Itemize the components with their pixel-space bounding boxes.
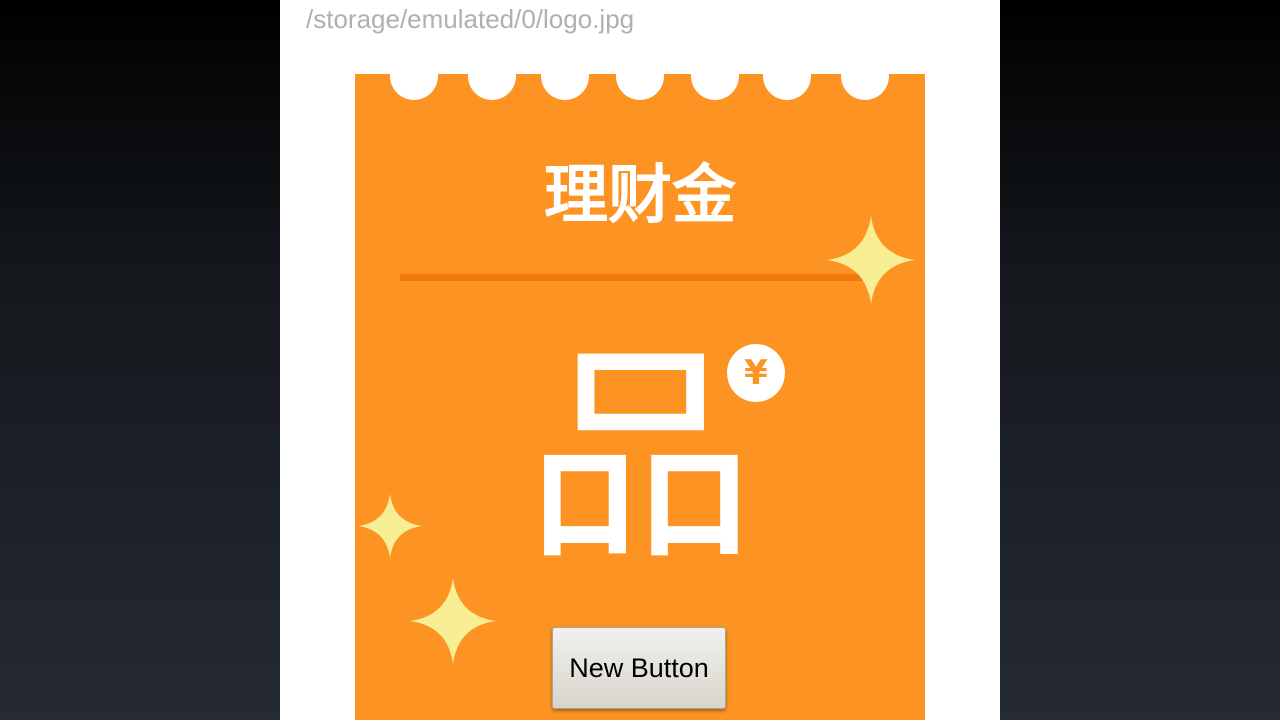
logo-image: 理财金 品 ¥ — [355, 52, 925, 720]
scallop-notch — [390, 52, 438, 100]
sparkle-icon — [410, 578, 496, 664]
scallop-notch — [541, 52, 589, 100]
new-button[interactable]: New Button — [552, 627, 726, 709]
yuan-coin-icon: ¥ — [727, 344, 785, 402]
scallop-notch — [841, 52, 889, 100]
scallop-notch — [468, 52, 516, 100]
scallop-notch — [691, 52, 739, 100]
file-path-label: /storage/emulated/0/logo.jpg — [306, 4, 635, 34]
scallop-notch — [616, 52, 664, 100]
logo-glyph: 品 — [524, 325, 755, 592]
app-screen: /storage/emulated/0/logo.jpg 理财金 品 ¥ New… — [280, 0, 1000, 720]
divider-line — [400, 274, 870, 281]
sparkle-icon — [827, 216, 915, 304]
scallop-notch — [763, 52, 811, 100]
